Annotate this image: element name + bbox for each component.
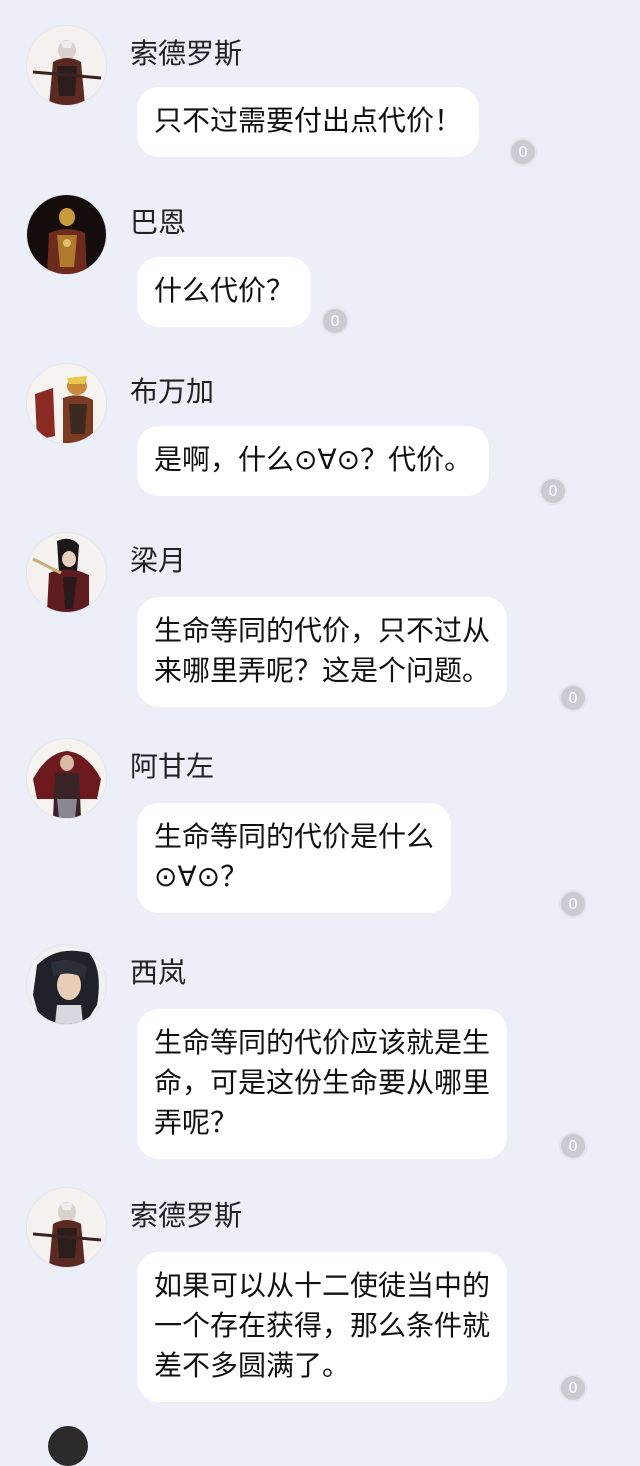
avatar[interactable] [27, 533, 106, 612]
sender-name: 索德罗斯 [130, 1199, 243, 1232]
read-count-badge: 0 [321, 307, 349, 335]
avatar[interactable] [27, 945, 106, 1024]
read-count-badge: 0 [559, 890, 587, 918]
message-text: 生命等同的代价应该就是生 [154, 1026, 491, 1059]
message-text: 一个存在获得，那么条件就 [154, 1309, 491, 1342]
read-count-badge: 0 [509, 138, 537, 166]
sodros-avatar-icon [27, 26, 106, 105]
read-count-badge: 0 [539, 477, 567, 505]
message-text: 差不多圆满了。 [154, 1349, 351, 1382]
message-text: 命，可是这份生命要从哪里 [154, 1066, 491, 1099]
read-count-badge: 0 [559, 684, 587, 712]
message-text: ⊙∀⊙？ [154, 860, 249, 893]
sender-name: 梁月 [130, 544, 187, 577]
chat-thread: 索德罗斯 只不过需要付出点代价！ 0 巴恩 什么代价？ 0 布万加 是啊，什么⊙… [0, 0, 640, 1466]
sender-name: 阿甘左 [130, 750, 215, 783]
read-count-badge: 0 [559, 1374, 587, 1402]
siran-avatar-icon [27, 945, 106, 1024]
sender-name: 西岚 [130, 956, 187, 989]
message-text: 生命等同的代价是什么 [154, 820, 435, 853]
message-text: 是啊，什么⊙∀⊙？代价。 [154, 443, 473, 476]
avatar[interactable] [27, 364, 106, 443]
message-bubble[interactable]: 只不过需要付出点代价！ [137, 87, 480, 157]
sender-name: 巴恩 [130, 206, 187, 239]
message-text: 弄呢？ [154, 1106, 239, 1139]
avatar[interactable] [27, 739, 106, 818]
next-avatar-partial [48, 1426, 88, 1466]
liangyue-avatar-icon [27, 533, 106, 612]
sender-name: 布万加 [130, 375, 215, 408]
message-bubble[interactable]: 如果可以从十二使徒当中的 一个存在获得，那么条件就 差不多圆满了。 [137, 1252, 508, 1402]
message-bubble[interactable]: 生命等同的代价，只不过从 来哪里弄呢？这是个问题。 [137, 597, 508, 707]
message-text: 什么代价？ [154, 274, 295, 307]
message-text: 如果可以从十二使徒当中的 [154, 1269, 491, 1302]
avatar[interactable] [27, 195, 106, 274]
agonzo-avatar-icon [27, 739, 106, 818]
sender-name: 索德罗斯 [130, 37, 243, 70]
buwanga-avatar-icon [27, 364, 106, 443]
message-bubble[interactable]: 生命等同的代价是什么 ⊙∀⊙？ [137, 803, 452, 913]
message-text: 生命等同的代价，只不过从 [154, 614, 491, 647]
message-text: 来哪里弄呢？这是个问题。 [154, 654, 491, 687]
message-bubble[interactable]: 是啊，什么⊙∀⊙？代价。 [137, 426, 490, 496]
message-text: 只不过需要付出点代价！ [154, 104, 463, 137]
message-bubble[interactable]: 什么代价？ [137, 257, 312, 327]
message-bubble[interactable]: 生命等同的代价应该就是生 命，可是这份生命要从哪里 弄呢？ [137, 1009, 508, 1159]
avatar[interactable] [27, 1188, 106, 1267]
avatar[interactable] [27, 26, 106, 105]
sodros-avatar-icon [27, 1188, 106, 1267]
barn-avatar-icon [27, 195, 106, 274]
read-count-badge: 0 [559, 1132, 587, 1160]
